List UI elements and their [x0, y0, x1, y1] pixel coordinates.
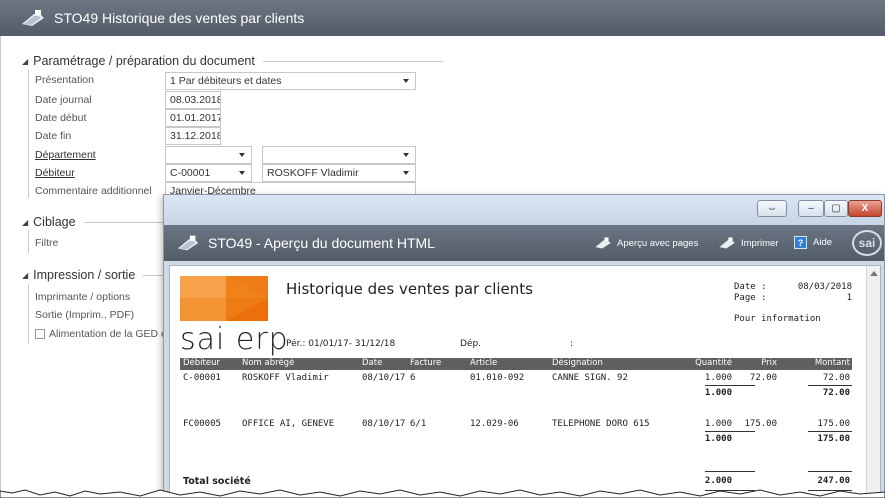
preview-title: STO49 - Aperçu du document HTML	[208, 235, 435, 251]
restore-icon[interactable]: ⇔	[757, 200, 787, 217]
print-icon	[22, 10, 44, 26]
ged-checkbox[interactable]: Alimentation de la GED et	[35, 328, 170, 340]
departement-select[interactable]	[165, 146, 252, 164]
underline	[808, 385, 852, 386]
chevron-down-icon	[239, 171, 245, 175]
imprimante-label[interactable]: Imprimante / options	[35, 291, 130, 303]
table-header: Débiteur Nom abrégé Date Facture Article…	[180, 358, 852, 370]
print-icon	[177, 235, 199, 251]
subtotal-row: 1.000 72.00	[704, 388, 850, 398]
vertical-scrollbar[interactable]	[866, 266, 880, 498]
subtotal-row: 1.000 175.00	[704, 434, 850, 444]
table-row: FC00005 OFFICE AI, GENEVE 08/10/17 6/1 1…	[183, 419, 850, 429]
date-journal-input[interactable]: 08.03.2018	[165, 91, 221, 109]
col-montant: Montant	[814, 358, 850, 368]
collapse-triangle-icon[interactable]: ◢	[22, 218, 28, 227]
presentation-label: Présentation	[35, 74, 94, 86]
col-date: Date	[362, 358, 383, 368]
document-meta: Date : 08/03/2018 Page : 1	[734, 282, 852, 304]
section-title: Paramétrage / préparation du document	[33, 54, 255, 68]
underline	[705, 431, 755, 432]
col-debiteur: Débiteur	[183, 358, 220, 368]
commentaire-label: Commentaire additionnel	[35, 185, 152, 197]
date-debut-input[interactable]: 01.01.2017	[165, 109, 221, 127]
preview-window-chrome: ⇔ – ▢ X	[164, 195, 884, 225]
sai-logo: sai	[852, 230, 882, 256]
torn-edge-decoration	[0, 489, 885, 498]
page-value: 1	[846, 293, 852, 303]
date-debut-label: Date début	[35, 112, 87, 124]
document-title: Historique des ventes par clients	[286, 280, 533, 298]
preview-title-bar: STO49 - Aperçu du document HTML Aperçu a…	[164, 225, 884, 261]
page-label: Page :	[734, 293, 767, 303]
departement-name-select[interactable]	[262, 146, 416, 164]
section-title: Ciblage	[33, 215, 76, 229]
aide-button[interactable]: ? Aide	[794, 236, 832, 249]
print-icon	[595, 237, 611, 249]
filtre-label: Filtre	[35, 237, 59, 249]
help-icon: ?	[794, 236, 807, 249]
underline	[808, 431, 852, 432]
col-designation: Désignation	[552, 358, 603, 368]
debiteur-name-select[interactable]: ROSKOFF Vladimir	[262, 164, 416, 182]
col-prix: Prix	[761, 358, 777, 368]
document: sai erp Historique des ventes par client…	[180, 276, 852, 498]
col-quantite: Quantité	[695, 358, 732, 368]
date-journal-label: Date journal	[35, 94, 92, 106]
chevron-down-icon	[403, 79, 409, 83]
presentation-select[interactable]: 1 Par débiteurs et dates	[165, 72, 416, 90]
imprimer-button[interactable]: Imprimer	[718, 236, 778, 250]
periode: Pér.: 01/01/17- 31/12/18	[286, 339, 396, 349]
section-bar	[28, 231, 29, 253]
maximize-button[interactable]: ▢	[824, 200, 848, 217]
pour-information: Pour information	[734, 314, 821, 324]
departement-label: Dép.	[460, 339, 482, 349]
date-label: Date :	[734, 282, 767, 292]
collapse-triangle-icon[interactable]: ◢	[22, 57, 28, 66]
departement-colon: :	[570, 339, 574, 349]
section-impression[interactable]: ◢ Impression / sortie	[22, 268, 174, 282]
section-bar	[28, 70, 29, 198]
section-divider	[262, 60, 443, 62]
checkbox-box[interactable]	[35, 329, 45, 339]
preview-window: ⇔ – ▢ X STO49 - Aperçu du document HTML …	[163, 194, 885, 498]
date-value: 08/03/2018	[797, 282, 852, 292]
document-viewport[interactable]: sai erp Historique des ventes par client…	[169, 265, 881, 498]
debiteur-code-select[interactable]: C-00001	[165, 164, 252, 182]
close-button[interactable]: X	[848, 200, 882, 217]
sai-erp-logo-icon	[180, 276, 268, 321]
chevron-down-icon	[239, 153, 245, 157]
section-bar	[28, 284, 29, 344]
date-fin-input[interactable]: 31.12.2018	[165, 127, 221, 145]
section-parametrage[interactable]: ◢ Paramétrage / préparation du document	[22, 54, 443, 68]
date-fin-label: Date fin	[35, 130, 72, 142]
minimize-button[interactable]: –	[798, 200, 824, 217]
departement-label[interactable]: Département	[35, 149, 96, 161]
underline	[705, 471, 755, 472]
underline	[808, 471, 852, 472]
chevron-down-icon	[403, 153, 409, 157]
print-icon	[719, 237, 735, 249]
collapse-triangle-icon[interactable]: ◢	[22, 271, 28, 280]
chevron-down-icon	[403, 171, 409, 175]
col-article: Article	[470, 358, 498, 368]
window-title-bar: STO49 Historique des ventes par clients	[0, 0, 885, 36]
underline	[705, 385, 755, 386]
col-nom: Nom abrégé	[242, 358, 295, 368]
logo-text: sai erp	[180, 322, 289, 357]
scroll-up-icon[interactable]	[870, 271, 878, 276]
apercu-pages-button[interactable]: Aperçu avec pages	[594, 236, 698, 250]
sortie-label[interactable]: Sortie (Imprim., PDF)	[35, 309, 134, 321]
table-row: C-00001 ROSKOFF Vladimir 08/10/17 6 01.0…	[183, 373, 850, 383]
col-facture: Facture	[410, 358, 442, 368]
window-title: STO49 Historique des ventes par clients	[54, 10, 305, 26]
debiteur-label[interactable]: Débiteur	[35, 167, 75, 179]
section-title: Impression / sortie	[33, 268, 136, 282]
